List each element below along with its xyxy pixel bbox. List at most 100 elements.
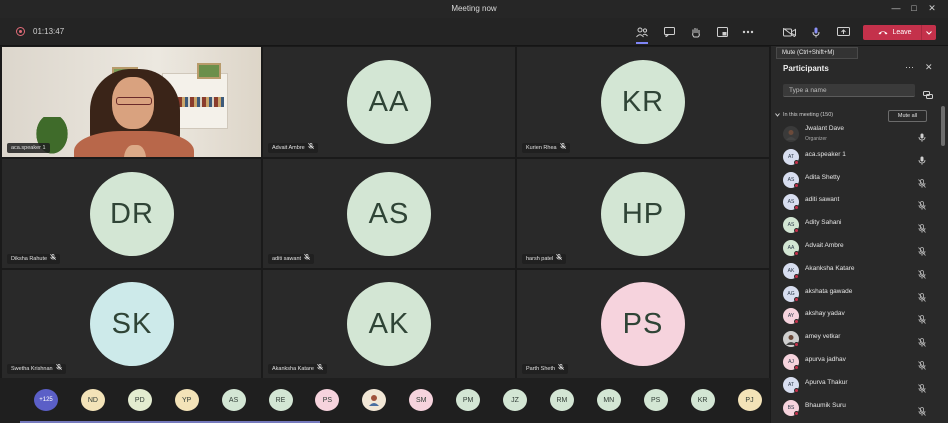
participant-tile[interactable]: SK Swetha Krishnan xyxy=(2,270,261,378)
video-tile-speaker[interactable]: aca.speaker 1 xyxy=(2,47,261,157)
participant-name: Advait Ambre xyxy=(805,242,844,249)
mic-off-icon[interactable] xyxy=(918,311,926,325)
strip-avatar[interactable]: KR xyxy=(690,389,715,411)
participant-name: aca.speaker 1 xyxy=(805,150,846,158)
microphone-icon[interactable] xyxy=(808,24,824,40)
camera-icon[interactable] xyxy=(781,24,797,40)
strip-avatar[interactable]: MN xyxy=(596,389,621,411)
strip-avatar[interactable]: PM xyxy=(456,389,481,411)
strip-avatar[interactable]: PJ xyxy=(737,389,762,411)
mic-off-icon[interactable] xyxy=(918,334,926,347)
participant-tile[interactable]: HP harsh patel xyxy=(517,159,769,268)
strip-avatar[interactable]: PD xyxy=(127,389,152,411)
mic-off-icon[interactable] xyxy=(918,380,926,393)
tile-name-tag: Parth Sheth xyxy=(522,363,569,374)
tile-avatar: PS xyxy=(601,282,685,366)
mic-off-icon xyxy=(558,363,564,374)
meeting-timer: 01:13:47 xyxy=(33,27,65,36)
participants-icon[interactable] xyxy=(634,24,650,44)
tile-name: Swetha Krishnan xyxy=(11,366,53,372)
strip-avatar[interactable]: SM xyxy=(409,389,434,411)
mic-on-icon[interactable] xyxy=(918,152,926,165)
strip-avatar[interactable]: RE xyxy=(268,389,293,411)
participant-tile[interactable]: PS Parth Sheth xyxy=(517,270,769,378)
mic-off-icon[interactable] xyxy=(918,403,926,416)
participant-avatar xyxy=(783,126,799,142)
chevron-down-icon xyxy=(775,113,780,117)
participant-row[interactable]: BS Bhaumik Suru xyxy=(783,399,933,417)
share-invite-icon[interactable] xyxy=(923,86,933,99)
participant-tile[interactable]: KR Kurien Rhea xyxy=(517,47,769,157)
participant-row[interactable]: AY akshay yadav xyxy=(783,307,933,325)
mic-off-icon xyxy=(316,363,323,374)
participant-row[interactable]: amey vetkar xyxy=(783,330,933,348)
raise-hand-icon[interactable] xyxy=(688,24,704,40)
more-participants-button[interactable]: +125 xyxy=(34,389,58,411)
minimize-icon[interactable]: — xyxy=(890,3,902,14)
participant-row[interactable]: AS aditi sawant xyxy=(783,193,933,211)
in-meeting-section[interactable]: In this meeting (150) xyxy=(775,112,833,118)
participant-row[interactable]: AS Adita Shetty xyxy=(783,171,933,189)
mic-off-icon[interactable] xyxy=(918,175,926,188)
strip-avatar[interactable] xyxy=(362,389,387,411)
strip-avatar-initials: YP xyxy=(182,396,192,404)
participant-row[interactable]: AT aca.speaker 1 xyxy=(783,148,933,166)
tile-name-tag: harsh patel xyxy=(522,253,567,264)
participant-initials: AS xyxy=(787,176,795,183)
mic-off-icon[interactable] xyxy=(918,243,926,256)
phone-hangup-icon xyxy=(878,31,888,35)
participant-row[interactable]: AA Advait Ambre xyxy=(783,239,933,257)
leave-options-chevron-icon[interactable] xyxy=(921,25,936,40)
participant-tile[interactable]: AS aditi sawant xyxy=(263,159,515,268)
mic-off-icon xyxy=(55,363,62,374)
status-dot xyxy=(794,342,799,348)
mic-off-icon[interactable] xyxy=(918,266,926,279)
panel-scrollbar[interactable] xyxy=(941,106,945,146)
participant-name: Adity Sahani xyxy=(805,219,842,227)
participant-row[interactable]: AJ apurva jadhav xyxy=(783,353,933,371)
participant-tile[interactable]: AA Advait Ambre xyxy=(263,47,515,157)
mic-off-icon[interactable] xyxy=(918,197,926,211)
participant-initials: AY xyxy=(787,313,795,320)
strip-avatar-initials: MN xyxy=(603,396,615,404)
strip-avatar[interactable]: AS xyxy=(221,389,246,411)
tile-name: Parth Sheth xyxy=(526,366,556,372)
mic-off-icon[interactable] xyxy=(918,220,926,233)
maximize-icon[interactable]: □ xyxy=(908,3,920,14)
strip-avatar[interactable]: PS xyxy=(315,389,340,411)
mic-off-icon[interactable] xyxy=(918,289,926,302)
strip-avatar[interactable]: JZ xyxy=(503,389,527,411)
mic-off-icon xyxy=(559,142,566,153)
share-screen-icon[interactable] xyxy=(835,24,851,40)
strip-avatar[interactable]: YP xyxy=(174,389,199,411)
tile-avatar: DR xyxy=(90,172,174,256)
status-dot xyxy=(794,228,799,234)
breakout-rooms-icon[interactable] xyxy=(714,24,730,40)
participant-row[interactable]: AT Apurva Thakur xyxy=(783,376,933,394)
more-actions-icon[interactable] xyxy=(740,24,756,40)
strip-avatar[interactable]: RM xyxy=(549,389,574,411)
strip-avatar[interactable]: ND xyxy=(80,389,105,411)
panel-title: Participants xyxy=(783,64,829,73)
leave-button[interactable]: Leave xyxy=(863,25,936,40)
mic-off-icon[interactable] xyxy=(918,357,926,370)
status-dot xyxy=(794,159,799,165)
participant-search-input[interactable]: Type a name xyxy=(783,84,915,97)
participant-row[interactable]: AK Akanksha Katare xyxy=(783,262,933,280)
panel-more-icon[interactable]: ⋯ xyxy=(905,62,915,73)
panel-close-icon[interactable]: ✕ xyxy=(925,62,933,73)
chat-icon[interactable] xyxy=(661,24,677,40)
close-window-icon[interactable]: ✕ xyxy=(926,3,938,14)
participant-tile[interactable]: AK Akanksha Katare xyxy=(263,270,515,378)
participant-tile[interactable]: DR Diksha Rahute xyxy=(2,159,261,268)
participant-row[interactable]: AG akshata gawade xyxy=(783,285,933,303)
participant-row[interactable]: Jwalant Dave Organizer xyxy=(783,125,933,143)
strip-avatar[interactable]: PS xyxy=(643,389,668,411)
participant-name: amey vetkar xyxy=(805,333,841,341)
participant-row[interactable]: AS Adity Sahani xyxy=(783,216,933,234)
mic-on-icon[interactable] xyxy=(918,129,926,142)
participant-initials: AJ xyxy=(788,359,794,365)
strip-avatar-initials: PS xyxy=(651,396,661,404)
profile-photo-icon xyxy=(786,130,796,140)
mute-all-button[interactable]: Mute all xyxy=(888,110,927,122)
